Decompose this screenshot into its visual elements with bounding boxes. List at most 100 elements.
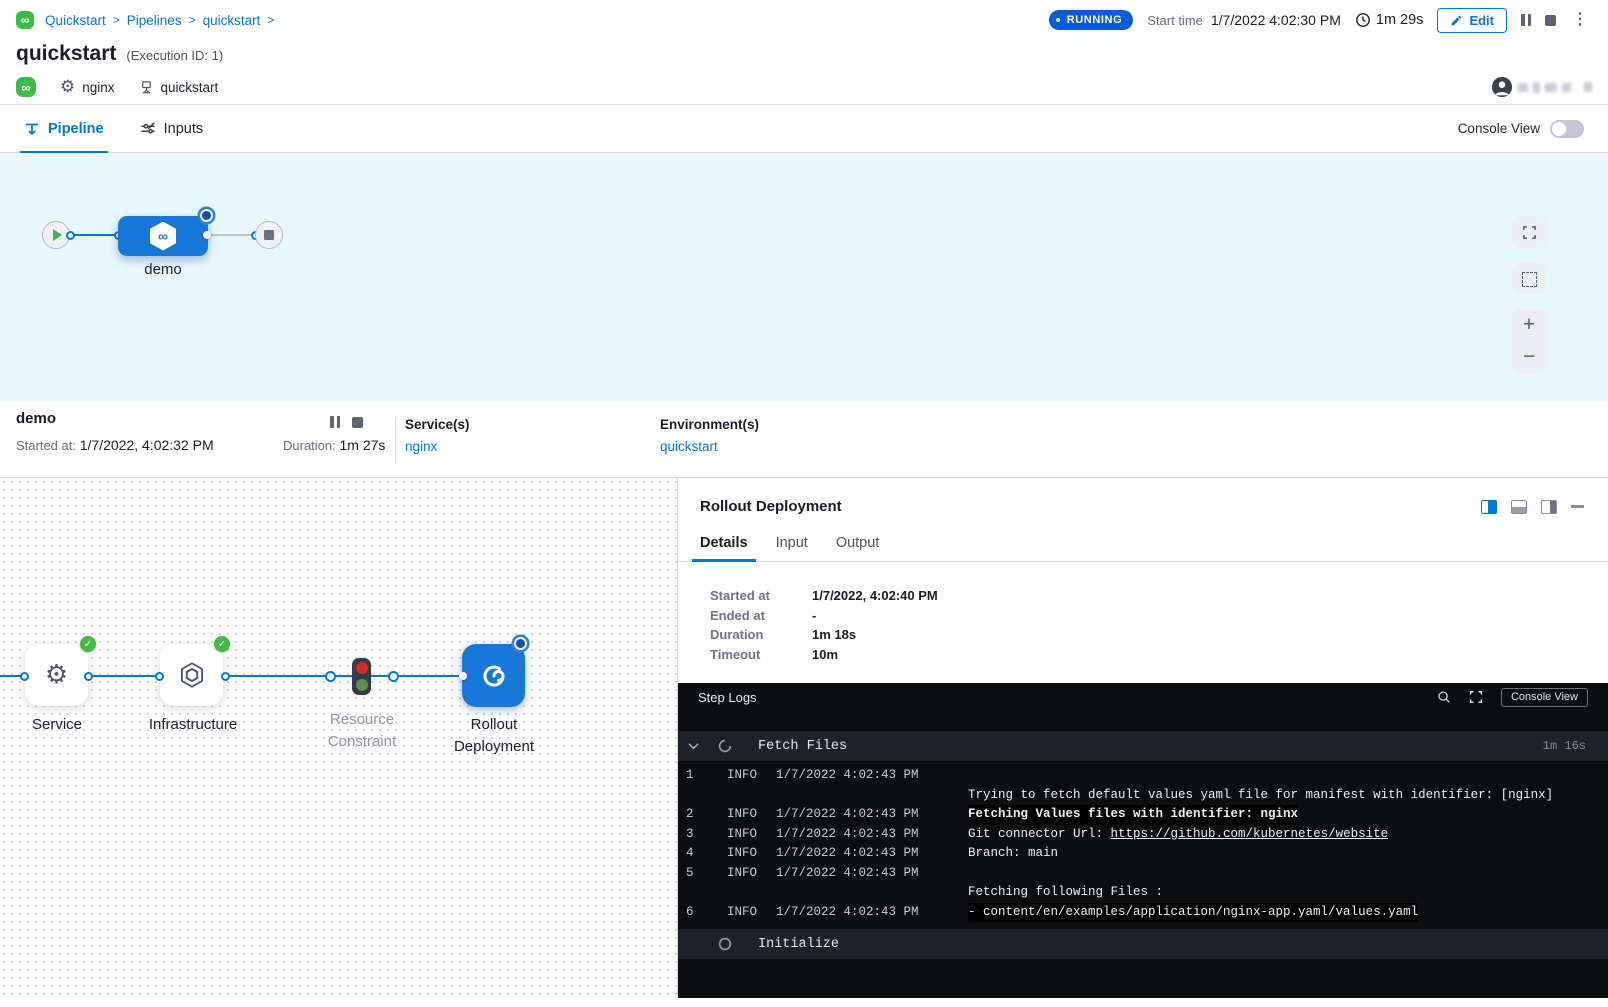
redacted-text <box>1518 83 1528 92</box>
step-node-rollout-deployment[interactable] <box>462 644 525 707</box>
pipeline-canvas[interactable]: ∞ demo + − <box>0 153 1608 401</box>
port <box>66 231 75 240</box>
detail-row: Started at 1/7/2022, 4:02:40 PM <box>710 586 1580 606</box>
started-at-label: Started at: <box>16 438 76 453</box>
layout-right-panel-icon[interactable] <box>1481 500 1497 514</box>
start-time-value: 1/7/2022 4:02:30 PM <box>1211 12 1341 28</box>
stage-node-demo[interactable]: ∞ <box>118 216 208 256</box>
log-section-fetch-files[interactable]: Fetch Files 1m 16s <box>678 731 1608 761</box>
rollout-deployment-icon <box>478 660 510 692</box>
execution-canvas[interactable]: ⚙ ✓ Service ✓ Infrastructure Resource Co… <box>0 478 1608 998</box>
pause-stage-icon[interactable] <box>330 416 340 428</box>
log-line: Trying to fetch default values yaml file… <box>678 786 1608 806</box>
log-console[interactable]: Fetch Files 1m 16s 1INFO1/7/2022 4:02:43… <box>678 711 1608 998</box>
log-section-name: Fetch Files <box>758 739 847 754</box>
pipeline-end-node[interactable] <box>255 221 283 249</box>
step-details-table: Started at 1/7/2022, 4:02:40 PM Ended at… <box>678 562 1608 683</box>
console-view-toggle[interactable] <box>1550 120 1584 138</box>
breadcrumb-link-pipelines[interactable]: Pipelines <box>127 13 182 28</box>
pencil-icon <box>1450 14 1463 27</box>
services-label: Service(s) <box>405 417 470 432</box>
detail-row: Ended at - <box>710 606 1580 626</box>
console-view-label: Console View <box>1458 121 1540 136</box>
inputs-icon <box>140 121 156 137</box>
fullscreen-icon[interactable] <box>1469 690 1483 704</box>
log-line: 2INFO1/7/2022 4:02:43 PMFetching Values … <box>678 805 1608 825</box>
stop-pipeline-icon[interactable] <box>1545 15 1556 26</box>
stop-stage-icon[interactable] <box>352 417 363 428</box>
pipeline-icon <box>24 121 40 137</box>
step-label-resource-constraint: Resource Constraint <box>328 709 396 753</box>
cd-module-icon: ∞ <box>16 77 36 97</box>
log-link[interactable]: https://github.com/kubernetes/website <box>1111 825 1389 845</box>
log-section-initialize[interactable]: Initialize <box>678 929 1608 959</box>
log-section-name: Initialize <box>758 937 839 952</box>
step-node-service[interactable]: ⚙ <box>25 644 88 706</box>
breadcrumb-link-quickstart[interactable]: Quickstart <box>45 13 106 28</box>
minimize-panel-icon[interactable] <box>1571 505 1584 508</box>
edit-button[interactable]: Edit <box>1437 8 1507 33</box>
start-time-label: Start time <box>1147 13 1203 28</box>
page-title: quickstart <box>16 42 116 66</box>
tab-input[interactable]: Input <box>776 525 808 561</box>
stage-name: demo <box>16 410 56 427</box>
log-line: 4INFO1/7/2022 4:02:43 PMBranch: main <box>678 844 1608 864</box>
step-logs-bar: Step Logs Console View <box>678 683 1608 711</box>
port <box>84 672 93 681</box>
redacted-text <box>1562 83 1571 92</box>
environments-label: Environment(s) <box>660 417 759 432</box>
infrastructure-icon <box>177 660 207 690</box>
service-link[interactable]: nginx <box>405 439 470 454</box>
execution-id: (Execution ID: 1) <box>126 48 223 63</box>
step-node-infrastructure[interactable] <box>160 644 223 706</box>
step-details-panel: Rollout Deployment Details Input Output … <box>677 478 1608 998</box>
success-check-badge: ✓ <box>214 636 230 652</box>
detail-row: Timeout 10m <box>710 645 1580 665</box>
canvas-fullscreen-button[interactable] <box>1512 216 1546 248</box>
port <box>221 672 230 681</box>
fullscreen-icon <box>1522 225 1537 240</box>
service-name: nginx <box>82 80 114 95</box>
breadcrumb-separator: > <box>189 13 196 27</box>
traffic-light-green <box>356 679 368 691</box>
edge-demo-end <box>207 234 256 236</box>
log-line: 3INFO1/7/2022 4:02:43 PMGit connector Ur… <box>678 825 1608 845</box>
environment-meta[interactable]: quickstart <box>139 80 219 95</box>
service-meta[interactable]: ⚙ nginx <box>60 79 115 96</box>
running-spinner-badge <box>514 637 527 650</box>
layout-bottom-panel-icon[interactable] <box>1511 500 1527 514</box>
stage-label: demo <box>144 261 182 278</box>
stage-info-bar: demo Started at: 1/7/2022, 4:02:32 PM Du… <box>0 401 1608 478</box>
console-view-button[interactable]: Console View <box>1501 688 1588 707</box>
canvas-select-button[interactable] <box>1512 263 1546 295</box>
port <box>203 231 211 239</box>
success-check-badge: ✓ <box>80 636 96 652</box>
detail-row: Duration 1m 18s <box>710 625 1580 645</box>
port <box>20 672 29 681</box>
port <box>459 672 467 680</box>
marquee-icon <box>1522 272 1537 287</box>
step-node-resource-constraint[interactable] <box>352 658 371 695</box>
pending-circle-icon <box>718 937 732 951</box>
tab-pipeline[interactable]: Pipeline <box>24 105 104 152</box>
clock-icon <box>1355 12 1371 28</box>
step-label-service: Service <box>32 714 82 736</box>
tab-output[interactable]: Output <box>836 525 880 561</box>
avatar[interactable] <box>1491 76 1513 98</box>
log-line: 5INFO1/7/2022 4:02:43 PM <box>678 864 1608 884</box>
kebab-menu-icon[interactable]: ⋮ <box>1570 12 1590 28</box>
layout-minimized-panel-icon[interactable] <box>1541 500 1557 514</box>
search-icon[interactable] <box>1437 690 1451 704</box>
duration-label: Duration: <box>283 438 336 453</box>
environment-name: quickstart <box>161 80 219 95</box>
zoom-out-button[interactable]: − <box>1512 342 1546 372</box>
tab-inputs[interactable]: Inputs <box>140 105 204 152</box>
redacted-text <box>1533 82 1540 93</box>
pause-pipeline-icon[interactable] <box>1521 14 1531 26</box>
breadcrumb-link-pipeline[interactable]: quickstart <box>203 13 261 28</box>
step-logs-title: Step Logs <box>698 690 757 705</box>
environment-link[interactable]: quickstart <box>660 439 759 454</box>
zoom-in-button[interactable]: + <box>1512 310 1546 340</box>
step-label-rollout-deployment: Rollout Deployment <box>454 714 534 758</box>
tab-details[interactable]: Details <box>700 525 748 561</box>
